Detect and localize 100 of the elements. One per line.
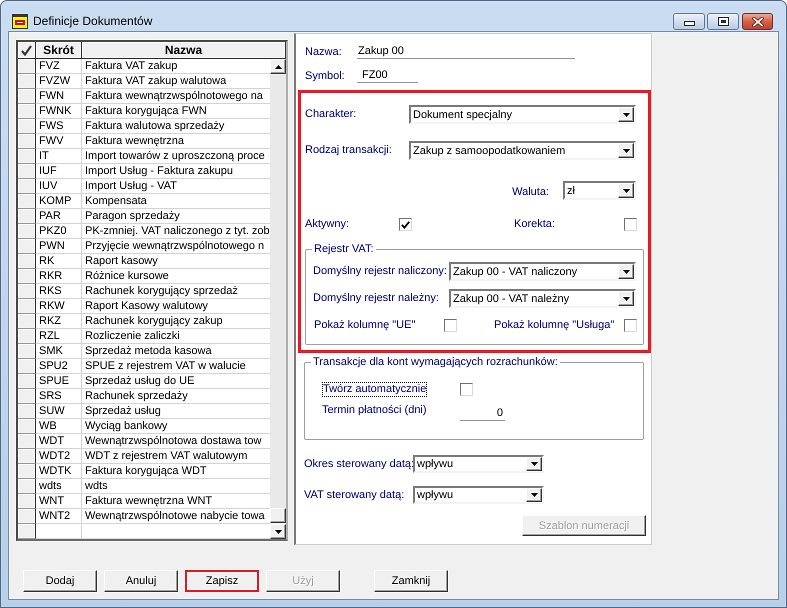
group-title: Transakcje dla kont wymagających rozrachunków: [312,356,559,369]
row-selector[interactable] [18,254,36,269]
table-cell: Faktura VAT zakup walutowa [82,74,270,89]
minimize-button[interactable] [673,13,705,30]
maximize-button[interactable] [707,13,739,30]
maximize-icon [718,17,728,26]
row-selector[interactable] [18,464,36,479]
row-selector[interactable] [18,179,36,194]
table-cell: Import towarów z uproszczoną proce [82,149,270,164]
field-label: Nazwa: [305,46,343,59]
row-selector[interactable] [18,209,36,224]
field-label: Pokaż kolumnę "Usługa" [494,319,616,332]
table-cell: FWV [36,134,82,149]
caret-down-icon[interactable] [526,457,542,471]
close-button[interactable] [742,13,773,30]
table-cell: Faktura walutowa sprzedaży [82,119,270,134]
table-cell: FWNK [36,104,82,119]
dropdown[interactable]: Zakup 00 - VAT naliczony [449,262,636,281]
row-selector[interactable] [18,524,36,539]
row-selector[interactable] [18,434,36,449]
caret-down-icon[interactable] [618,107,634,122]
table-cell: wdts [82,479,270,494]
dialog-button[interactable]: Dodaj [23,570,97,592]
row-selector[interactable] [18,89,36,104]
table-cell: SUW [36,404,82,419]
checkbox[interactable] [460,383,473,396]
dropdown[interactable]: Zakup z samoopodatkowaniem [409,141,636,160]
row-selector[interactable] [18,59,36,74]
window-title: Definicje Dokumentów [33,13,152,29]
row-selector[interactable] [18,224,36,239]
row-selector[interactable] [18,374,36,389]
dropdown[interactable]: Dokument specjalny [409,105,636,124]
dialog-button[interactable]: Zamknij [374,570,448,592]
table-cell: Faktura VAT zakup [82,59,270,74]
row-selector[interactable] [18,194,36,209]
table-cell: PKZ0 [36,224,82,239]
row-selector[interactable] [18,404,36,419]
table-cell: Import Usług - Faktura zakupu [82,164,270,179]
column-header[interactable]: Nazwa [82,42,286,59]
field-label: Symbol: [305,70,346,83]
dialog-button[interactable]: Anuluj [104,570,178,592]
checkbox[interactable] [399,218,412,231]
row-selector[interactable] [18,104,36,119]
row-selector[interactable] [18,389,36,404]
row-selector[interactable] [18,149,36,164]
caret-down-icon[interactable] [618,291,634,306]
table-cell: WNT2 [36,509,82,524]
row-selector[interactable] [18,479,36,494]
table-cell: RKS [36,284,82,299]
row-selector[interactable] [18,134,36,149]
row-selector[interactable] [18,494,36,509]
row-selector[interactable] [18,299,36,314]
table-cell: wdts [36,479,82,494]
text-field[interactable]: 0 [460,403,505,421]
table-cell: Import Usług - VAT [82,179,270,194]
field-label: Rodzaj transakcji: [305,144,393,157]
text-field[interactable]: FZ00 [357,69,418,83]
row-selector[interactable] [18,314,36,329]
checkbox[interactable] [624,319,637,332]
caret-down-icon[interactable] [526,488,542,502]
column-header[interactable]: Skrót [36,42,82,59]
table-cell: Faktura wewnętrzna WNT [82,494,270,509]
table-cell: Faktura wewnętrzna [82,134,270,149]
row-selector[interactable] [18,269,36,284]
scroll-down-button[interactable] [270,524,286,539]
row-selector[interactable] [18,74,36,89]
table-cell: PWN [36,239,82,254]
field-label: VAT sterowany datą: [304,488,406,502]
row-selector[interactable] [18,329,36,344]
scroll-up-button[interactable] [270,59,286,74]
table-cell: WDTK [36,464,82,479]
table-cell: IUV [36,179,82,194]
row-selector[interactable] [18,509,36,524]
caret-down-icon[interactable] [618,264,634,279]
row-selector[interactable] [18,419,36,434]
row-selector[interactable] [18,344,36,359]
row-selector[interactable] [18,359,36,374]
table-cell: RK [36,254,82,269]
row-selector[interactable] [18,119,36,134]
row-selector[interactable] [18,239,36,254]
dropdown[interactable]: Zakup 00 - VAT należny [449,289,636,308]
table-cell: Rozliczenie zaliczki [82,329,270,344]
table-cell: WDT z rejestrem VAT walutowym [82,449,270,464]
checkbox[interactable] [624,218,637,231]
table-cell: Faktura korygująca WDT [82,464,270,479]
dropdown[interactable]: wpływu [413,455,544,473]
text-field[interactable]: Zakup 00 [357,45,575,59]
dropdown[interactable]: zł [563,181,636,200]
row-selector[interactable] [18,449,36,464]
row-selector[interactable] [18,284,36,299]
caret-down-icon[interactable] [618,183,634,198]
dropdown[interactable]: wpływu [413,486,544,504]
scrollbar-thumb[interactable] [270,508,286,523]
table-cell: PK-zmniej. VAT naliczonego z tyt. zob [82,224,270,239]
row-selector[interactable] [18,164,36,179]
checkbox[interactable] [444,319,457,332]
caret-down-icon[interactable] [618,143,634,158]
table-cell: Przyjęcie wewnątrzwspólnotowego n [82,239,270,254]
dialog-button[interactable]: Zapisz [185,570,259,592]
table-cell: Różnice kursowe [82,269,270,284]
